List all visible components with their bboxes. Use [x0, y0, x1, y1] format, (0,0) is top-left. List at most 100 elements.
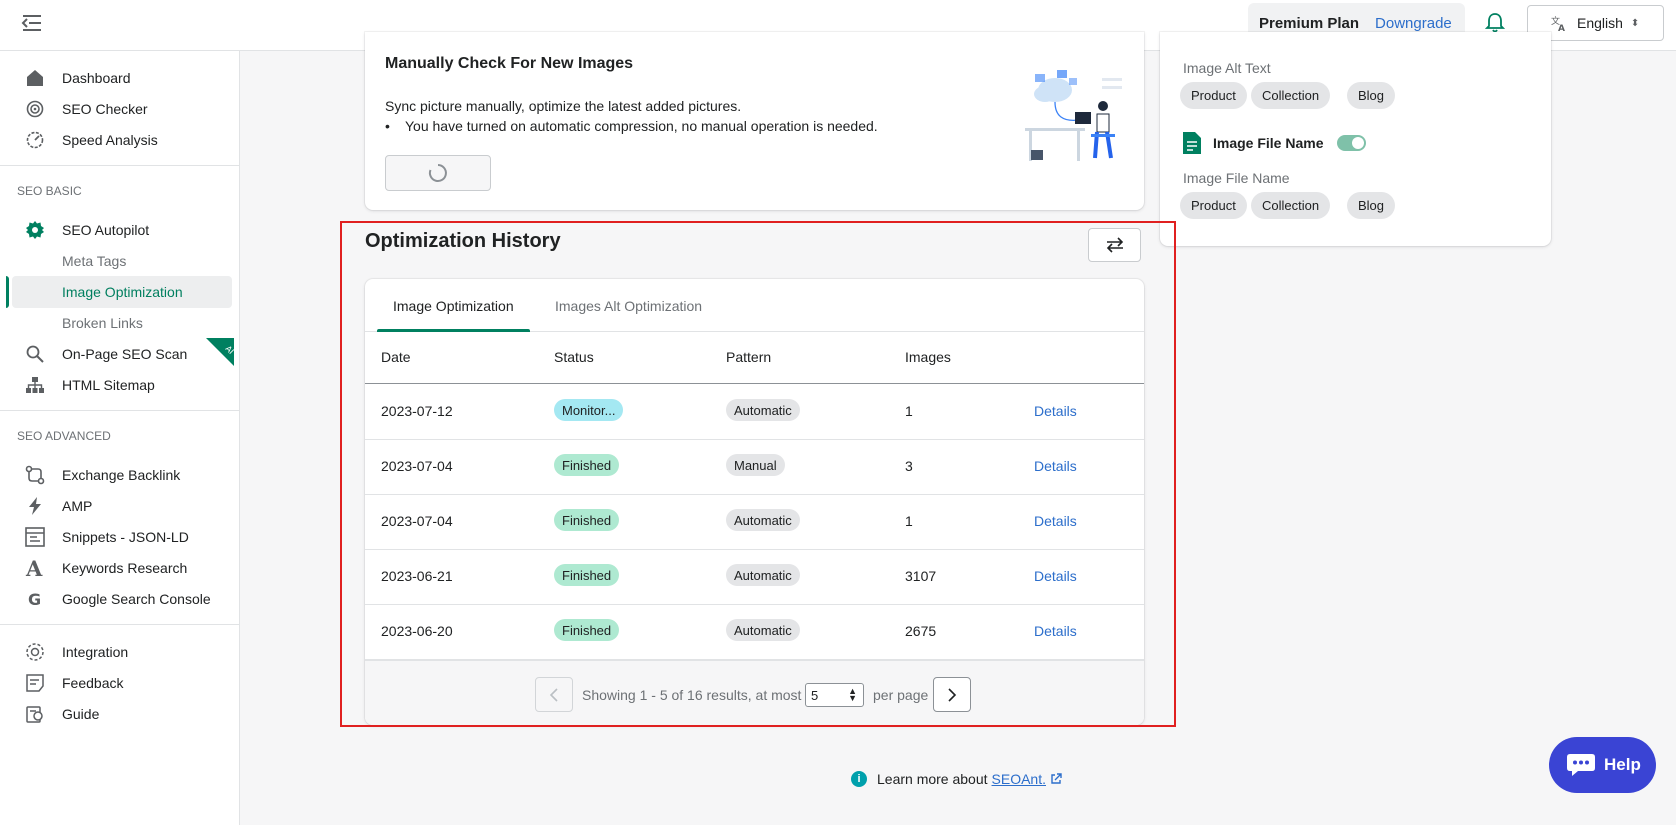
row-date: 2023-07-12: [381, 403, 453, 419]
help-button[interactable]: Help: [1549, 737, 1656, 793]
table-row: 2023-07-12 Monitor... Automatic 1 Detail…: [365, 385, 1144, 440]
row-date: 2023-07-04: [381, 513, 453, 529]
guide-icon: [25, 704, 45, 724]
sidebar-item-seo-autopilot[interactable]: SEO Autopilot: [6, 214, 232, 246]
row-images: 2675: [905, 623, 937, 639]
sidebar-item-label: On-Page SEO Scan: [62, 346, 188, 362]
sidebar-item-snippets[interactable]: Snippets - JSON-LD: [6, 521, 232, 553]
chip-blog[interactable]: Blog: [1347, 192, 1396, 219]
sidebar-item-on-page-seo-scan[interactable]: On-Page SEO Scan AI: [6, 338, 234, 370]
external-link-icon[interactable]: [1050, 773, 1062, 785]
pagination-summary: Showing 1 - 5 of 16 results, at most: [582, 687, 802, 703]
previous-page-button[interactable]: [535, 677, 573, 712]
bell-icon[interactable]: [1485, 12, 1505, 34]
chevron-right-icon: [948, 687, 957, 702]
sidebar-divider: [0, 165, 240, 166]
row-images: 1: [905, 513, 913, 529]
chip-blog[interactable]: Blog: [1347, 82, 1396, 109]
optimization-history-card: Image Optimization Images Alt Optimizati…: [365, 279, 1144, 725]
help-label: Help: [1604, 755, 1641, 774]
sidebar-item-label: Guide: [62, 706, 100, 722]
sidebar-item-keywords-research[interactable]: A Keywords Research: [6, 552, 232, 584]
status-badge: Finished: [554, 454, 620, 476]
learn-more: i Learn more about SEOAnt.: [851, 771, 1062, 787]
details-link[interactable]: Details: [1034, 623, 1077, 639]
chip-collection[interactable]: Collection: [1251, 192, 1331, 219]
sidebar: Dashboard SEO Checker Speed Analysis SEO…: [0, 51, 240, 825]
sidebar-item-label: Keywords Research: [62, 560, 188, 576]
switch-view-button[interactable]: [1088, 228, 1141, 262]
details-link[interactable]: Details: [1034, 513, 1077, 529]
cloud-sync-illustration: [1025, 70, 1122, 161]
tab-image-optimization[interactable]: Image Optimization: [393, 279, 514, 332]
row-images: 1: [905, 403, 913, 419]
details-link[interactable]: Details: [1034, 568, 1077, 584]
sidebar-item-broken-links[interactable]: Broken Links: [6, 307, 232, 339]
sidebar-item-label: Meta Tags: [62, 253, 127, 269]
sidebar-item-label: Snippets - JSON-LD: [62, 529, 189, 545]
column-header-status: Status: [554, 349, 594, 365]
row-date: 2023-06-20: [381, 623, 453, 639]
manual-check-card: Manually Check For New Images Sync pictu…: [365, 32, 1144, 210]
per-page-select[interactable]: 5 ▲ ▼: [805, 683, 864, 707]
per-page-value: 5: [811, 687, 819, 703]
exchange-icon: [25, 465, 45, 485]
pagination: Showing 1 - 5 of 16 results, at most 5 ▲…: [365, 660, 1144, 725]
active-indicator: [6, 276, 9, 308]
svg-text:A: A: [1558, 24, 1565, 31]
snippet-icon: [25, 527, 45, 547]
sitemap-icon: [25, 375, 45, 395]
chip-product[interactable]: Product: [1180, 192, 1247, 219]
downgrade-link[interactable]: Downgrade: [1375, 15, 1452, 32]
seoant-link[interactable]: SEOAnt.: [992, 771, 1046, 787]
sidebar-item-label: Speed Analysis: [62, 132, 158, 148]
sidebar-item-amp[interactable]: AMP: [6, 490, 232, 522]
sidebar-item-image-optimization[interactable]: Image Optimization: [12, 276, 232, 308]
status-badge: Finished: [554, 619, 620, 641]
select-caret-icon: ⬍: [1630, 17, 1640, 29]
tab-images-alt-optimization[interactable]: Images Alt Optimization: [555, 279, 702, 332]
table-row: 2023-07-04 Finished Manual 3 Details: [365, 440, 1144, 495]
status-badge: Monitor...: [554, 399, 624, 421]
pattern-badge: Automatic: [726, 399, 800, 421]
pattern-badge: Automatic: [726, 564, 800, 586]
spinner-icon: [428, 164, 447, 182]
integration-icon: [25, 642, 45, 662]
sidebar-item-meta-tags[interactable]: Meta Tags: [6, 245, 232, 277]
section-title-seo-advanced: SEO ADVANCED: [17, 429, 111, 443]
details-link[interactable]: Details: [1034, 403, 1077, 419]
table-header: Date Status Pattern Images: [365, 332, 1144, 384]
sidebar-item-seo-checker[interactable]: SEO Checker: [6, 93, 232, 125]
menu-collapse-icon[interactable]: [20, 13, 44, 33]
sidebar-item-speed-analysis[interactable]: Speed Analysis: [6, 124, 232, 156]
status-badge: Finished: [554, 564, 620, 586]
sidebar-item-guide[interactable]: Guide: [6, 698, 232, 730]
alt-text-label: Image Alt Text: [1183, 60, 1271, 76]
per-page-suffix: per page: [873, 687, 929, 703]
status-badge: Finished: [554, 509, 620, 531]
pattern-badge: Manual: [726, 454, 785, 476]
sync-button[interactable]: [385, 155, 491, 191]
sidebar-item-google-search-console[interactable]: G Google Search Console: [6, 583, 232, 615]
chip-collection[interactable]: Collection: [1251, 82, 1331, 109]
gauge-icon: [25, 130, 45, 150]
sidebar-item-exchange-backlink[interactable]: Exchange Backlink: [6, 459, 232, 491]
sidebar-item-label: SEO Autopilot: [62, 222, 150, 238]
sidebar-item-label: SEO Checker: [62, 101, 148, 117]
sidebar-item-feedback[interactable]: Feedback: [6, 667, 232, 699]
sidebar-item-integration[interactable]: Integration: [6, 636, 232, 668]
sidebar-item-label: Exchange Backlink: [62, 467, 181, 483]
sidebar-item-label: Image Optimization: [62, 284, 183, 300]
manual-check-title: Manually Check For New Images: [385, 55, 634, 72]
table-row: 2023-06-20 Finished Automatic 2675 Detai…: [365, 605, 1144, 660]
details-link[interactable]: Details: [1034, 458, 1077, 474]
chip-product[interactable]: Product: [1180, 82, 1247, 109]
table-row: 2023-06-21 Finished Automatic 3107 Detai…: [365, 550, 1144, 605]
sidebar-item-html-sitemap[interactable]: HTML Sitemap: [6, 369, 232, 401]
chat-bubble-icon: [1567, 754, 1595, 776]
home-icon: [25, 68, 45, 88]
file-name-toggle[interactable]: [1336, 135, 1366, 151]
learn-more-text: Learn more about: [877, 771, 988, 787]
sidebar-item-dashboard[interactable]: Dashboard: [6, 62, 232, 94]
next-page-button[interactable]: [933, 677, 971, 712]
